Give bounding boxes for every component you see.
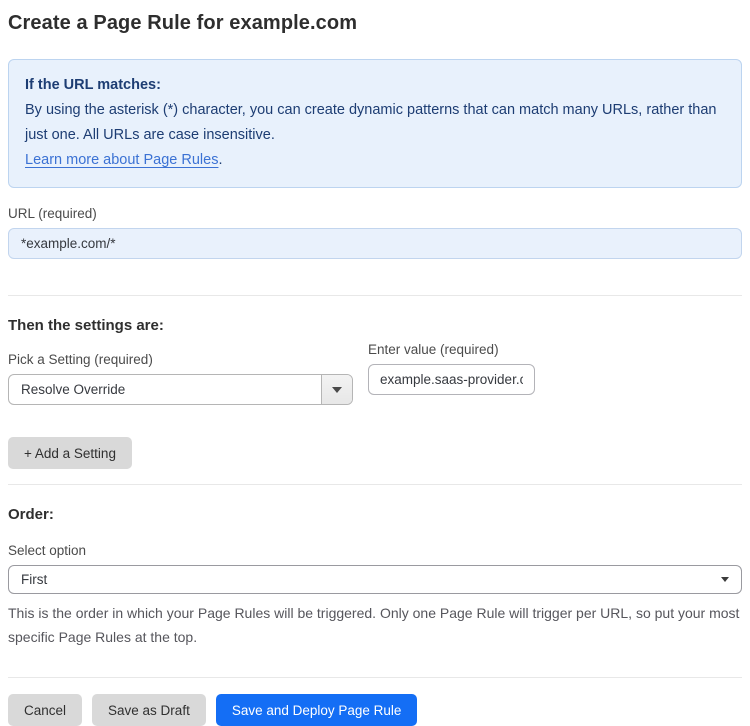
- url-field-label: URL (required): [8, 206, 97, 221]
- order-selected-value: First: [21, 572, 48, 587]
- setting-picker-dropdown[interactable]: Resolve Override: [8, 374, 353, 405]
- order-select-label: Select option: [8, 543, 87, 558]
- setting-value-input[interactable]: [368, 364, 535, 395]
- setting-picker-column: Pick a Setting (required) Resolve Overri…: [8, 334, 353, 405]
- page-title: Create a Page Rule for example.com: [8, 12, 358, 34]
- cancel-button[interactable]: Cancel: [8, 694, 83, 726]
- setting-picker-selected-value: Resolve Override: [21, 382, 126, 397]
- add-setting-button[interactable]: + Add a Setting: [8, 437, 132, 469]
- url-match-info-box: If the URL matches: By using the asteris…: [8, 59, 742, 188]
- order-select-dropdown[interactable]: First: [8, 565, 742, 594]
- divider: [8, 295, 742, 296]
- info-box-body: By using the asterisk (*) character, you…: [25, 102, 717, 143]
- setting-value-column: Enter value (required): [368, 342, 535, 395]
- link-suffix: .: [218, 152, 223, 168]
- save-and-deploy-button[interactable]: Save and Deploy Page Rule: [215, 694, 418, 726]
- setting-value-label: Enter value (required): [368, 342, 499, 357]
- info-box-link-line: Learn more about Page Rules.: [25, 148, 725, 173]
- divider: [8, 484, 742, 485]
- settings-section-heading: Then the settings are:: [8, 317, 164, 334]
- chevron-down-icon: [721, 576, 729, 582]
- order-help-text: This is the order in which your Page Rul…: [8, 605, 740, 645]
- setting-picker-arrow-button[interactable]: [321, 375, 352, 404]
- learn-more-link[interactable]: Learn more about Page Rules: [25, 152, 218, 168]
- save-as-draft-button[interactable]: Save as Draft: [92, 694, 206, 726]
- order-section-heading: Order:: [8, 506, 54, 523]
- info-box-heading: If the URL matches:: [25, 77, 161, 93]
- action-button-row: Cancel Save as Draft Save and Deploy Pag…: [8, 694, 742, 726]
- setting-picker-label: Pick a Setting (required): [8, 352, 153, 367]
- chevron-down-icon: [332, 386, 342, 393]
- divider: [8, 677, 742, 678]
- url-input[interactable]: [8, 228, 742, 259]
- settings-row: Pick a Setting (required) Resolve Overri…: [8, 334, 742, 405]
- create-page-rule-panel: Create a Page Rule for example.com If th…: [0, 0, 750, 726]
